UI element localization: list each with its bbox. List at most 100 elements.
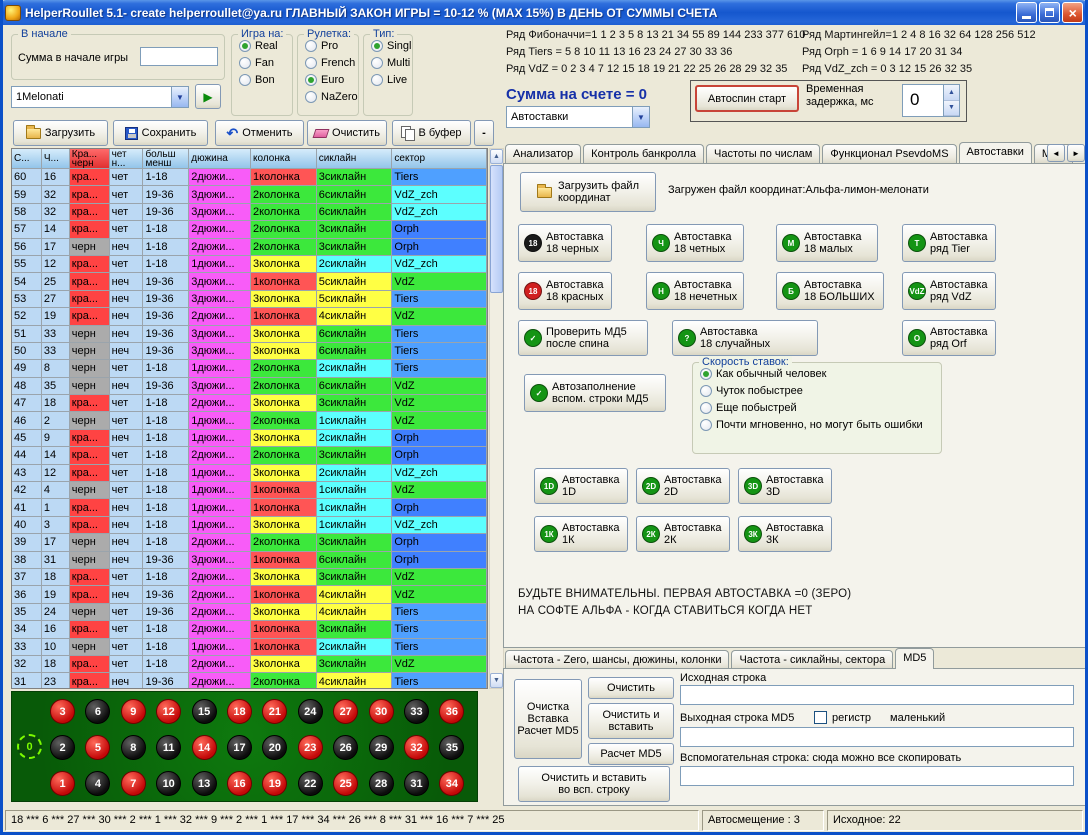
wheel-number-15[interactable]: 15	[192, 699, 217, 724]
radio-euro[interactable]: Euro	[305, 74, 358, 86]
table-row[interactable]: 498чернчет1-181дюжи...2колонка2сиклайнTi…	[12, 360, 487, 377]
md5-out-input[interactable]	[680, 727, 1074, 747]
table-row[interactable]: 6016кра...чет1-182дюжи...1колонка3сиклай…	[12, 169, 487, 186]
chevron-down-icon[interactable]: ▼	[632, 107, 649, 127]
wheel-number-12[interactable]: 12	[156, 699, 181, 724]
table-row[interactable]: 3310чернчет1-181дюжи...1колонка2сиклайнT…	[12, 639, 487, 656]
minus-button[interactable]: -	[474, 120, 494, 146]
spinner-up-icon[interactable]: ▲	[944, 85, 959, 101]
table-row[interactable]: 5512кра...чет1-181дюжи...3колонка2сиклай…	[12, 256, 487, 273]
tab-1[interactable]: Частота - сиклайны, сектора	[731, 650, 893, 669]
table-row[interactable]: 5617черннеч1-182дюжи...2колонка3сиклайнO…	[12, 239, 487, 256]
tab-0[interactable]: Анализатор	[505, 144, 581, 163]
table-row[interactable]: 5327кра...неч19-363дюжи...3колонка5сикла…	[12, 291, 487, 308]
bet-button[interactable]: 1КАвтоставка1К	[534, 516, 628, 552]
radio-чуток-побыстрее[interactable]: Чуток побыстрее	[700, 385, 941, 397]
wheel-number-8[interactable]: 8	[121, 735, 146, 760]
wheel-number-32[interactable]: 32	[404, 735, 429, 760]
table-row[interactable]: 459кра...неч1-181дюжи...3колонка2сиклайн…	[12, 430, 487, 447]
radio-multi[interactable]: Multi	[371, 57, 412, 69]
preset-combo[interactable]: 1Melonati ▼	[11, 86, 189, 108]
table-row[interactable]: 5219кра...неч19-362дюжи...1колонка4сикла…	[12, 308, 487, 325]
wheel-number-28[interactable]: 28	[369, 771, 394, 796]
bet-button[interactable]: 3КАвтоставка3К	[738, 516, 832, 552]
wheel-number-27[interactable]: 27	[333, 699, 358, 724]
autofill-md5-button[interactable]: ✓ Автозаполнениевспом. строки МД5	[524, 374, 666, 412]
table-row[interactable]: 3218кра...чет1-182дюжи...3колонка3сиклай…	[12, 656, 487, 673]
table-row[interactable]: 3524чернчет19-362дюжи...3колонка4сиклайн…	[12, 604, 487, 621]
table-row[interactable]: 3917черннеч1-182дюжи...2колонка3сиклайнO…	[12, 534, 487, 551]
table-row[interactable]: 3123кра...неч19-362дюжи...2колонка4сикла…	[12, 673, 487, 689]
tab-1[interactable]: Контроль банкролла	[583, 144, 704, 163]
wheel-number-26[interactable]: 26	[333, 735, 358, 760]
scroll-up-icon[interactable]: ▲	[490, 149, 503, 164]
wheel-number-4[interactable]: 4	[85, 771, 110, 796]
radio-fan[interactable]: Fan	[239, 57, 292, 69]
radio-pro[interactable]: Pro	[305, 40, 358, 52]
tab-2[interactable]: Частоты по числам	[706, 144, 820, 163]
wheel-number-29[interactable]: 29	[369, 735, 394, 760]
md5-source-input[interactable]	[680, 685, 1074, 705]
radio-как-обычный-человек[interactable]: Как обычный человек	[700, 368, 941, 380]
bet-button[interactable]: 2DАвтоставка2D	[636, 468, 730, 504]
wheel-number-21[interactable]: 21	[262, 699, 287, 724]
tab-scroll-left-icon[interactable]: ◄	[1047, 144, 1065, 162]
start-play-button[interactable]: ▶	[195, 84, 221, 109]
chevron-down-icon[interactable]: ▼	[171, 87, 188, 107]
table-row[interactable]: 4312кра...чет1-181дюжи...3колонка2сиклай…	[12, 465, 487, 482]
save-button[interactable]: Сохранить	[113, 120, 208, 146]
wheel-number-22[interactable]: 22	[298, 771, 323, 796]
bet-button[interactable]: 3DАвтоставка3D	[738, 468, 832, 504]
table-row[interactable]: 5133черннеч19-363дюжи...3колонка6сиклайн…	[12, 326, 487, 343]
wheel-number-31[interactable]: 31	[404, 771, 429, 796]
table-row[interactable]: 424чернчет1-181дюжи...1колонка1сиклайнVd…	[12, 482, 487, 499]
bet-button[interactable]: 2КАвтоставка2К	[636, 516, 730, 552]
wheel-number-36[interactable]: 36	[439, 699, 464, 724]
wheel-number-20[interactable]: 20	[262, 735, 287, 760]
table-scrollbar[interactable]: ▲ ▼	[489, 148, 504, 689]
wheel-number-7[interactable]: 7	[121, 771, 146, 796]
wheel-number-0[interactable]: 0	[17, 734, 42, 759]
wheel-number-10[interactable]: 10	[156, 771, 181, 796]
md5-clear-button[interactable]: Очистить	[588, 677, 674, 699]
tab-0[interactable]: Частота - Zero, шансы, дюжины, колонки	[505, 650, 729, 669]
load-coords-button[interactable]: Загрузить файлкоординат	[520, 172, 656, 212]
autospin-button[interactable]: Автоспин старт	[695, 85, 799, 112]
wheel-number-2[interactable]: 2	[50, 735, 75, 760]
wheel-number-30[interactable]: 30	[369, 699, 394, 724]
wheel-number-18[interactable]: 18	[227, 699, 252, 724]
radio-singl[interactable]: Singl	[371, 40, 412, 52]
bet-button[interactable]: VdZАвтоставкаряд VdZ	[902, 272, 996, 310]
autostavki-combo[interactable]: Автоставки ▼	[506, 106, 650, 128]
radio-bon[interactable]: Bon	[239, 74, 292, 86]
delay-spinner[interactable]: 0 ▲ ▼	[902, 84, 960, 117]
minimize-button[interactable]	[1016, 2, 1037, 23]
wheel-number-13[interactable]: 13	[192, 771, 217, 796]
radio-french[interactable]: French	[305, 57, 358, 69]
bet-button[interactable]: НАвтоставка18 нечетных	[646, 272, 744, 310]
wheel-number-35[interactable]: 35	[439, 735, 464, 760]
table-row[interactable]: 5033черннеч19-363дюжи...3колонка6сиклайн…	[12, 343, 487, 360]
table-row[interactable]: 3831черннеч19-363дюжи...1колонка6сиклайн…	[12, 552, 487, 569]
table-row[interactable]: 5714кра...чет1-182дюжи...2колонка3сиклай…	[12, 221, 487, 238]
radio-еще-побыстрей[interactable]: Еще побыстрей	[700, 402, 941, 414]
start-sum-input[interactable]	[140, 47, 218, 66]
table-row[interactable]: 3718кра...чет1-182дюжи...3колонка3сиклай…	[12, 569, 487, 586]
table-row[interactable]: 3619кра...неч19-362дюжи...1колонка4сикла…	[12, 586, 487, 603]
table-row[interactable]: 4835черннеч19-363дюжи...2колонка6сиклайн…	[12, 378, 487, 395]
wheel-number-19[interactable]: 19	[262, 771, 287, 796]
spinner-down-icon[interactable]: ▼	[944, 101, 959, 117]
maximize-button[interactable]	[1039, 2, 1060, 23]
md5-big-button[interactable]: ОчисткаВставкаРасчет MD5	[514, 679, 582, 759]
undo-button[interactable]: ↶ Отменить	[215, 120, 304, 146]
radio-live[interactable]: Live	[371, 74, 412, 86]
table-row[interactable]: 4414кра...чет1-182дюжи...2колонка3сиклай…	[12, 447, 487, 464]
md5-clear-paste-helper-button[interactable]: Очистить и вставитьво всп. строку	[518, 766, 670, 802]
bet-button[interactable]: БАвтоставка18 БОЛЬШИХ	[776, 272, 884, 310]
md5-helper-input[interactable]	[680, 766, 1074, 786]
tab-3[interactable]: Функционал PsevdoMS	[822, 144, 956, 163]
wheel-number-33[interactable]: 33	[404, 699, 429, 724]
wheel-number-6[interactable]: 6	[85, 699, 110, 724]
md5-calc-button[interactable]: Расчет MD5	[588, 743, 674, 765]
radio-nazero[interactable]: NaZero	[305, 91, 358, 103]
